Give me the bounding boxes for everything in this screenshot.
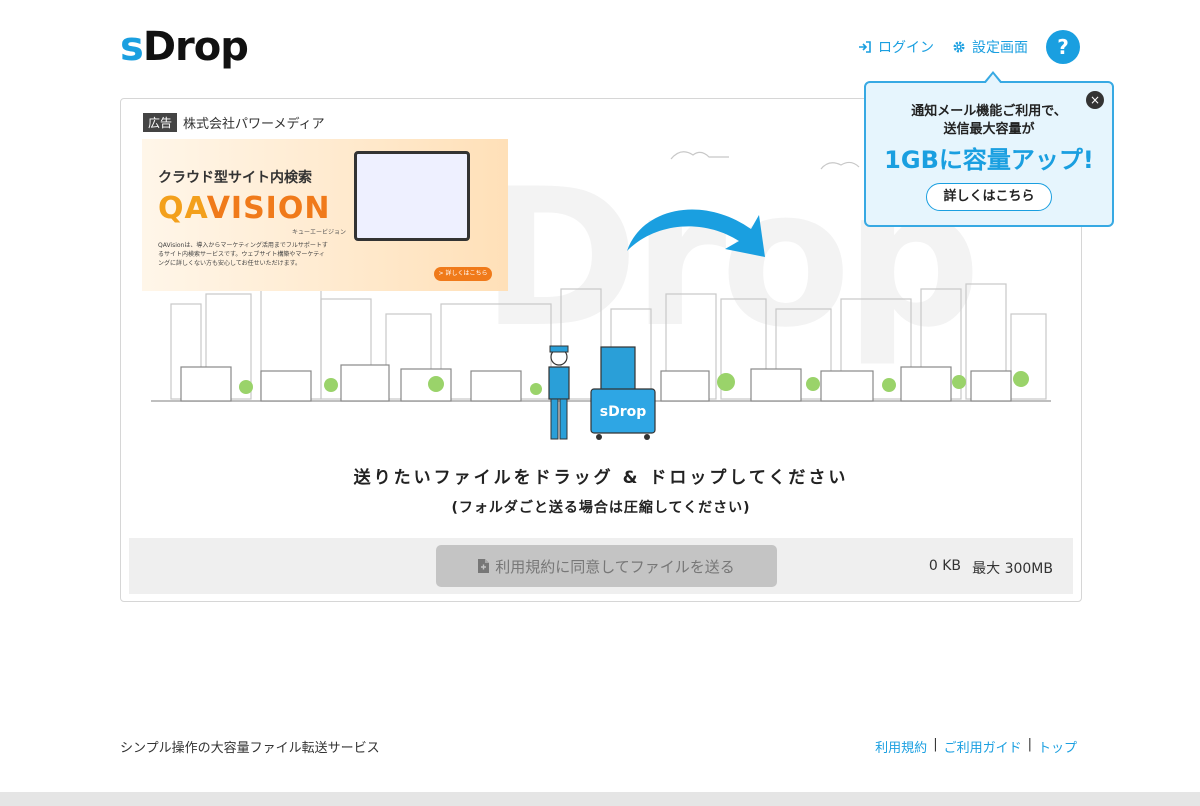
logo-rest: Drop [142, 24, 249, 70]
cart-label: sDrop [600, 404, 647, 420]
ad-cta-button[interactable]: > 詳しくはこちら [434, 267, 492, 281]
popup-details-button[interactable]: 詳しくはこちら [926, 183, 1052, 211]
footer-tagline: シンプル操作の大容量ファイル転送サービス [120, 741, 380, 756]
footer-separator: | [1027, 737, 1032, 752]
settings-link[interactable]: 設定画面 [952, 37, 1028, 57]
footer-link-guide[interactable]: ご利用ガイド [944, 737, 1022, 756]
capacity-upgrade-popup: × 通知メール機能ご利用で、 送信最大容量が 1GBに容量アップ! 詳しくはこち… [864, 71, 1114, 227]
bottom-bar [0, 792, 1200, 806]
footer-link-top[interactable]: トップ [1038, 737, 1077, 756]
file-icon [478, 559, 490, 573]
help-button[interactable]: ? [1046, 30, 1080, 64]
ad-header: 広告 株式会社パワーメディア [143, 113, 325, 132]
login-icon [859, 41, 871, 53]
logo-s: s [120, 24, 144, 70]
login-label: ログイン [878, 40, 934, 56]
gear-icon [953, 41, 965, 53]
ad-banner[interactable]: クラウド型サイト内検索 QAVISION キューエービジョン QAVisionは… [142, 139, 508, 291]
ad-description: QAVisionは、導入からマーケティング活用までフルサポートするサイト内検索サ… [158, 242, 328, 267]
drop-sub-message: (フォルダごと送る場合は圧縮してください) [451, 500, 751, 516]
max-size: 最大 300MB [972, 561, 1053, 577]
login-link[interactable]: ログイン [858, 37, 934, 57]
ad-tag: 広告 [143, 113, 178, 132]
total-size: 0 KB [928, 558, 961, 574]
footer-separator: | [933, 737, 938, 752]
sdrop-logo[interactable]: sDrop [120, 22, 249, 72]
footer-links: 利用規約 | ご利用ガイド | トップ [875, 737, 1077, 756]
drop-message: 送りたいファイルをドラッグ & ドロップしてください [353, 468, 849, 488]
popup-highlight: 1GBに容量アップ! [884, 146, 1094, 174]
send-button-label: 利用規約に同意してファイルを送る [495, 557, 735, 576]
ad-sponsor: 株式会社パワーメディア [183, 117, 325, 132]
send-button[interactable]: 利用規約に同意してファイルを送る [436, 545, 777, 587]
footer-link-terms[interactable]: 利用規約 [875, 737, 927, 756]
popup-line1: 通知メール機能ご利用で、 [911, 104, 1067, 119]
ad-monitor-illustration [354, 151, 470, 241]
top-nav: ログイン 設定画面 ? [858, 30, 1080, 64]
popup-line2: 送信最大容量が [943, 122, 1035, 137]
ad-headline: クラウド型サイト内検索 [158, 170, 312, 186]
ad-brand-sub: キューエービジョン [292, 229, 347, 236]
ad-brand-a: QA [158, 191, 207, 226]
settings-label: 設定画面 [972, 40, 1028, 56]
ad-brand: QAVISION [158, 191, 330, 226]
close-icon[interactable]: × [1086, 91, 1104, 109]
ad-brand-b: VISION [206, 191, 331, 226]
send-bar: 利用規約に同意してファイルを送る 0 KB 最大 300MB [129, 538, 1073, 594]
